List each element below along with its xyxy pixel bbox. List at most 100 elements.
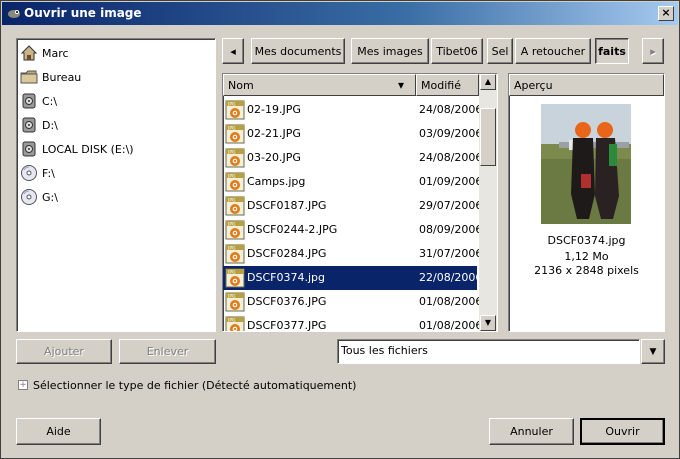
file-name: DSCF0244-2.JPG — [247, 223, 338, 236]
open-button[interactable]: Ouvrir — [580, 418, 665, 445]
file-date: 03/09/2006 — [419, 127, 483, 140]
jpeg-file-icon: JPG — [225, 148, 245, 168]
drive-icon — [20, 140, 38, 158]
place-item[interactable]: F:\ — [20, 162, 210, 184]
path-back-button[interactable]: ◂ — [222, 38, 244, 64]
svg-text:JPG: JPG — [227, 222, 236, 228]
path-button[interactable]: A retoucher — [515, 38, 591, 64]
title-bar[interactable]: Ouvrir une image × — [2, 2, 678, 25]
preview-thumbnail — [541, 104, 631, 224]
preview-dimensions: 2136 x 2848 pixels — [534, 264, 639, 277]
drive-icon — [20, 92, 38, 110]
drive-icon — [20, 116, 38, 134]
svg-text:JPG: JPG — [227, 198, 236, 204]
file-date: 24/08/2006 — [419, 103, 483, 116]
jpeg-file-icon: JPG — [225, 220, 245, 240]
preview-filesize: 1,12 Mo — [564, 250, 609, 263]
chevron-down-icon: ▼ — [649, 346, 657, 357]
remove-bookmark-button[interactable]: Enlever — [119, 339, 216, 364]
file-row[interactable]: JPG DSCF0284.JPG 31/07/2006 — [223, 242, 482, 266]
path-button[interactable]: Mes documents — [251, 38, 345, 64]
file-row[interactable]: JPG DSCF0377.JPG 01/08/2006 — [223, 314, 482, 332]
file-row[interactable]: JPG Camps.jpg 01/09/2006 — [223, 170, 482, 194]
file-row[interactable]: JPG DSCF0376.JPG 01/08/2006 — [223, 290, 482, 314]
file-date: 31/07/2006 — [419, 247, 483, 260]
place-item-label: D:\ — [42, 118, 58, 132]
file-row[interactable]: JPG 02-21.JPG 03/09/2006 — [223, 122, 482, 146]
column-header-modified-label: Modifié — [421, 78, 461, 92]
file-filter-select[interactable]: Tous les fichiers — [337, 339, 640, 364]
scroll-down-arrow-icon[interactable]: ▼ — [480, 315, 496, 331]
jpeg-file-icon: JPG — [225, 124, 245, 144]
help-button[interactable]: Aide — [16, 418, 101, 445]
file-name: 02-19.JPG — [247, 103, 301, 116]
svg-text:JPG: JPG — [227, 270, 236, 276]
column-header-name[interactable]: Nom ▾ — [223, 74, 416, 96]
gimp-logo-icon — [8, 10, 20, 18]
file-date: 01/08/2006 — [419, 295, 483, 308]
file-name: DSCF0377.JPG — [247, 319, 327, 332]
file-name: 02-21.JPG — [247, 127, 301, 140]
file-date: 24/08/2006 — [419, 151, 483, 164]
file-date: 01/09/2006 — [419, 175, 483, 188]
file-list-scrollbar[interactable]: ▲ ▼ — [479, 74, 497, 331]
file-row[interactable]: JPG 02-19.JPG 24/08/2006 — [223, 98, 482, 122]
file-type-expander[interactable]: + Sélectionner le type de fichier (Détec… — [18, 378, 356, 392]
cancel-button[interactable]: Annuler — [489, 418, 574, 445]
svg-text:JPG: JPG — [227, 174, 236, 180]
svg-text:JPG: JPG — [227, 294, 236, 300]
scroll-up-arrow-icon[interactable]: ▲ — [480, 74, 496, 90]
path-button[interactable]: Tibet06 — [431, 38, 483, 64]
file-row[interactable]: JPG 03-20.JPG 24/08/2006 — [223, 146, 482, 170]
place-item-label: LOCAL DISK (E:\) — [42, 142, 134, 156]
path-button[interactable]: faits — [595, 38, 629, 64]
sort-arrow-icon: ▾ — [398, 78, 405, 92]
preview-filename: DSCF0374.jpg — [547, 234, 626, 247]
file-row[interactable]: JPG DSCF0187.JPG 29/07/2006 — [223, 194, 482, 218]
jpeg-file-icon: JPG — [225, 244, 245, 264]
file-filter-dropdown-button[interactable]: ▼ — [641, 339, 665, 364]
place-item[interactable]: D:\ — [20, 114, 210, 136]
scroll-thumb[interactable] — [480, 108, 496, 166]
svg-text:JPG: JPG — [227, 102, 236, 108]
file-type-expander-label: Sélectionner le type de fichier (Détecté… — [33, 378, 357, 392]
place-item-label: G:\ — [42, 190, 58, 204]
place-item[interactable]: G:\ — [20, 186, 210, 208]
place-item-label: C:\ — [42, 94, 58, 108]
file-filter-value: Tous les fichiers — [341, 344, 428, 357]
preview-header: Aperçu — [509, 74, 664, 96]
window-title: Ouvrir une image — [24, 6, 142, 20]
column-header-modified[interactable]: Modifié — [416, 74, 479, 96]
cd-icon — [20, 188, 38, 206]
place-item-label: F:\ — [42, 166, 55, 180]
place-item[interactable]: C:\ — [20, 90, 210, 112]
path-forward-button[interactable]: ▸ — [642, 38, 664, 64]
svg-text:JPG: JPG — [227, 318, 236, 324]
path-button[interactable]: Mes images — [351, 38, 429, 64]
jpeg-file-icon: JPG — [225, 196, 245, 216]
file-row[interactable]: JPG DSCF0374.jpg 22/08/2006 — [223, 266, 482, 290]
file-date: 01/08/2006 — [419, 319, 483, 332]
jpeg-file-icon: JPG — [225, 172, 245, 192]
preview-panel: Aperçu DSCF0374.jpg 1,12 Mo 2136 x 2848 … — [508, 73, 665, 332]
file-row[interactable]: JPG DSCF0244-2.JPG 08/09/2006 — [223, 218, 482, 242]
jpeg-file-icon: JPG — [225, 316, 245, 331]
folder-icon — [20, 68, 38, 86]
svg-text:JPG: JPG — [227, 126, 236, 132]
close-button[interactable]: × — [658, 6, 674, 21]
file-name: DSCF0187.JPG — [247, 199, 327, 212]
file-date: 08/09/2006 — [419, 223, 483, 236]
cd-icon — [20, 164, 38, 182]
file-name: 03-20.JPG — [247, 151, 301, 164]
place-item[interactable]: LOCAL DISK (E:\) — [20, 138, 210, 160]
place-item[interactable]: Bureau — [20, 66, 210, 88]
home-icon — [20, 44, 38, 62]
file-date: 29/07/2006 — [419, 199, 483, 212]
add-bookmark-button[interactable]: Ajouter — [16, 339, 112, 364]
file-name: DSCF0284.JPG — [247, 247, 327, 260]
path-button[interactable]: Sel — [487, 38, 513, 64]
svg-text:JPG: JPG — [227, 150, 236, 156]
file-name: Camps.jpg — [247, 175, 306, 188]
place-item[interactable]: Marc — [20, 42, 210, 64]
places-sidebar: Marc Bureau C:\ D:\ LOCAL DISK (E:\) F:\ G:\ — [16, 38, 216, 332]
